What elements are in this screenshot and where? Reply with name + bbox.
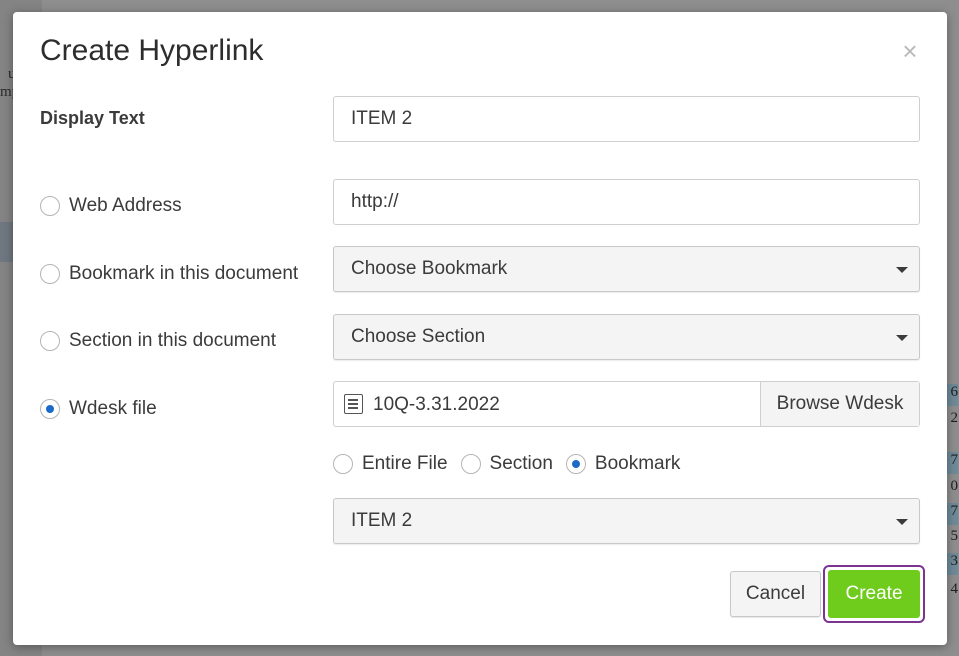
web-address-option[interactable]: Web Address	[40, 195, 182, 217]
web-address-label: Web Address	[69, 195, 182, 216]
background-number: 2	[950, 410, 959, 426]
bookmark-in-document-radio[interactable]	[40, 264, 60, 284]
section-in-document-label: Section in this document	[69, 330, 277, 351]
scope-entire-file-label: Entire File	[362, 453, 448, 474]
scope-entire-file-option[interactable]: Entire File	[333, 453, 448, 475]
choose-section-value: Choose Section	[351, 326, 486, 347]
create-hyperlink-dialog: Create Hyperlink × Display Text ITEM 2 W…	[13, 12, 947, 645]
wdesk-file-option[interactable]: Wdesk file	[40, 398, 157, 420]
web-address-input[interactable]: http://	[333, 179, 920, 225]
chevron-down-icon	[896, 519, 908, 525]
background-number: 5	[950, 528, 959, 544]
create-button[interactable]: Create	[828, 570, 920, 618]
cancel-button[interactable]: Cancel	[730, 571, 821, 617]
background-number: 0	[950, 478, 959, 494]
wdesk-file-name: 10Q-3.31.2022	[373, 394, 500, 415]
scope-section-option[interactable]: Section	[460, 453, 553, 475]
background-number: 4	[950, 581, 959, 597]
choose-section-select[interactable]: Choose Section	[333, 314, 920, 360]
background-highlight	[0, 222, 14, 262]
scope-bookmark-option[interactable]: Bookmark	[565, 453, 681, 475]
display-text-value: ITEM 2	[351, 108, 413, 129]
link-scope-options: Entire File Section Bookmark	[333, 453, 693, 475]
wdesk-bookmark-select[interactable]: ITEM 2	[333, 498, 920, 544]
background-number: 7	[946, 503, 958, 525]
background-number: 7	[946, 452, 958, 474]
document-icon	[344, 394, 363, 414]
close-icon: ×	[902, 36, 918, 66]
scope-bookmark-radio[interactable]	[565, 454, 586, 474]
chevron-down-icon	[896, 267, 908, 273]
web-address-radio[interactable]	[40, 196, 60, 216]
display-text-label: Display Text	[40, 108, 145, 128]
section-in-document-option[interactable]: Section in this document	[40, 330, 276, 352]
bookmark-in-document-option[interactable]: Bookmark in this document	[40, 263, 298, 285]
wdesk-bookmark-value: ITEM 2	[351, 510, 413, 531]
scope-section-radio[interactable]	[460, 454, 481, 474]
background-number: 6	[946, 384, 958, 406]
section-in-document-radio[interactable]	[40, 331, 60, 351]
browse-wdesk-button[interactable]: Browse Wdesk	[760, 382, 919, 426]
background-number: 3	[946, 553, 958, 575]
scope-section-label: Section	[489, 453, 553, 474]
wdesk-file-label: Wdesk file	[69, 398, 157, 419]
web-address-value: http://	[351, 191, 399, 212]
close-button[interactable]: ×	[899, 38, 921, 64]
dialog-title: Create Hyperlink	[40, 34, 264, 67]
bookmark-in-document-label: Bookmark in this document	[69, 263, 299, 284]
scope-entire-file-radio[interactable]	[333, 454, 353, 474]
wdesk-file-picker[interactable]: 10Q-3.31.2022 Browse Wdesk	[333, 381, 920, 427]
display-text-input[interactable]: ITEM 2	[333, 96, 920, 142]
chevron-down-icon	[896, 335, 908, 341]
wdesk-file-radio[interactable]	[40, 399, 60, 419]
scope-bookmark-label: Bookmark	[594, 453, 681, 474]
choose-bookmark-select[interactable]: Choose Bookmark	[333, 246, 920, 292]
choose-bookmark-value: Choose Bookmark	[351, 258, 508, 279]
